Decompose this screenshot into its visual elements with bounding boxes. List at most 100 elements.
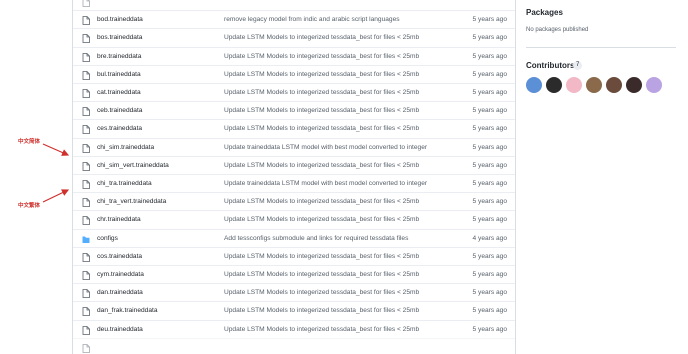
file-row[interactable]: deu.traineddata Update LSTM Models to int… [73, 319, 515, 338]
file-name-link[interactable]: ces.traineddata [97, 120, 142, 137]
contributor-avatar[interactable] [566, 77, 582, 93]
file-name-link[interactable]: bos.traineddata [97, 29, 142, 46]
contributor-avatar[interactable] [526, 77, 542, 93]
file-icon [82, 252, 90, 262]
file-row[interactable]: chi_tra.traineddata Update traineddata LS… [73, 174, 515, 192]
commit-message-link[interactable]: Add tessconfigs submodule and links for … [224, 230, 408, 247]
commit-age: 5 years ago [472, 325, 507, 333]
folder-icon [82, 234, 90, 243]
annotation-label-simplified: 中文简体 [18, 139, 41, 145]
annotation-arrow-simplified [42, 143, 70, 156]
file-row[interactable]: dan.traineddata Update LSTM Models to int… [73, 283, 515, 301]
commit-message-link[interactable]: Update LSTM Models to integerized tessda… [224, 48, 419, 65]
file-row[interactable]: chr.traineddata Update LSTM Models to int… [73, 210, 515, 228]
file-name-link[interactable]: configs [97, 230, 118, 247]
file-icon [82, 161, 90, 171]
file-name-link[interactable]: chr.traineddata [97, 211, 141, 228]
commit-age: 5 years ago [472, 307, 507, 315]
commit-message-link[interactable]: Update LSTM Models to integerized tessda… [224, 193, 419, 210]
commit-message-link[interactable]: Update traineddata LSTM model with best … [224, 139, 427, 156]
file-name-link[interactable]: bre.traineddata [97, 48, 141, 65]
file-row[interactable]: chi_tra_vert.traineddata Update LSTM Mode… [73, 192, 515, 210]
file-name-link[interactable]: dan_frak.traineddata [97, 302, 158, 319]
file-icon [82, 70, 90, 80]
repo-sidebar: Packages No packages published Contribut… [526, 0, 688, 354]
commit-message-link[interactable]: Update LSTM Models to integerized tessda… [224, 102, 419, 119]
file-name-link[interactable]: cat.traineddata [97, 84, 141, 101]
file-name-link[interactable]: ceb.traineddata [97, 102, 142, 119]
commit-message-link[interactable]: Update LSTM Models to integerized tessda… [224, 302, 419, 319]
commit-age: 5 years ago [472, 89, 507, 96]
file-row[interactable]: ceb.traineddata Update LSTM Models to int… [73, 101, 515, 119]
commit-age: 4 years ago [472, 234, 507, 242]
file-icon [82, 325, 90, 335]
commit-age: 5 years ago [472, 34, 507, 42]
commit-age: 5 years ago [472, 125, 507, 133]
commit-age: 5 years ago [472, 271, 507, 278]
file-icon [82, 215, 90, 226]
commit-age: 5 years ago [472, 198, 507, 206]
file-icon [82, 88, 90, 98]
file-name-link[interactable]: dan.traineddata [97, 284, 143, 301]
file-name-link[interactable]: bod.traineddata [97, 11, 143, 28]
file-list: 5 years ago bod.traineddata remove legacy … [72, 0, 516, 354]
commit-message-link[interactable]: Update LSTM Models to integerized tessda… [224, 29, 419, 46]
commit-age: 5 years ago [472, 16, 507, 24]
commit-message-link[interactable]: Update LSTM Models to integerized tessda… [224, 211, 419, 228]
file-row[interactable]: cos.traineddata Update LSTM Models to int… [73, 246, 515, 265]
commit-age: 5 years ago [472, 143, 507, 151]
contributors-heading[interactable]: Contributors [526, 61, 574, 70]
file-name-link[interactable]: chi_sim_vert.traineddata [97, 157, 169, 174]
commit-age: 5 years ago [472, 252, 507, 260]
contributors-count-badge: 7 [573, 61, 583, 70]
commit-message-link[interactable]: Update LSTM Models to integerized tessda… [224, 84, 419, 101]
file-row[interactable]: bod.traineddata remove legacy model from … [73, 10, 515, 28]
file-icon [82, 0, 90, 7]
contributor-avatar[interactable] [626, 77, 642, 93]
commit-message-link[interactable]: Update LSTM Models to integerized tessda… [224, 321, 419, 338]
file-row[interactable]: cat.traineddata Update LSTM Models to int… [73, 83, 515, 101]
file-name-link[interactable]: cym.traineddata [97, 266, 144, 283]
file-name-link[interactable]: chi_tra.traineddata [97, 175, 152, 192]
file-row[interactable]: cym.traineddata Update LSTM Models to int… [73, 265, 515, 283]
file-icon [82, 33, 90, 44]
folder-row[interactable]: configs Add tessconfigs submodule and lin… [73, 228, 515, 247]
contributor-avatar[interactable] [546, 77, 562, 93]
contributor-avatar[interactable] [586, 77, 602, 93]
file-row[interactable]: ces.traineddata Update LSTM Models to int… [73, 119, 515, 137]
contributor-avatar[interactable] [606, 77, 622, 93]
commit-message-link[interactable]: Update LSTM Models to integerized tessda… [224, 66, 419, 83]
commit-message-link[interactable]: Update LSTM Models to integerized tessda… [224, 284, 419, 301]
file-row[interactable]: bre.traineddata Update LSTM Models to int… [73, 46, 515, 65]
packages-heading[interactable]: Packages [526, 8, 563, 17]
commit-age: 5 years ago [472, 107, 507, 115]
file-name-link[interactable]: bul.traineddata [97, 66, 141, 83]
annotation-arrow-traditional [42, 189, 70, 203]
commit-age: 5 years ago [472, 289, 507, 297]
contributor-avatar[interactable] [646, 77, 662, 93]
file-row[interactable]: bul.traineddata Update LSTM Models to int… [73, 64, 515, 83]
file-row[interactable]: bos.traineddata Update LSTM Models to int… [73, 28, 515, 46]
commit-message-link[interactable]: Update LSTM Models to integerized tessda… [224, 266, 419, 283]
file-row[interactable]: chi_sim.traineddata Update traineddata LS… [73, 137, 515, 156]
commit-message-link[interactable]: Update LSTM Models to integerized tessda… [224, 157, 419, 174]
file-row[interactable]: dan_frak.traineddata Update LSTM Models t… [73, 301, 515, 319]
file-icon [82, 288, 90, 299]
commit-message-link[interactable]: Update LSTM Models to integerized tessda… [224, 248, 419, 265]
commit-message-link[interactable]: remove legacy model from indic and arabi… [224, 11, 400, 28]
file-icon [82, 270, 90, 280]
file-name-link[interactable]: cos.traineddata [97, 248, 142, 265]
commit-age: 5 years ago [472, 52, 507, 60]
commit-message-link[interactable]: Update traineddata LSTM model with best … [224, 175, 427, 192]
commit-message-link[interactable]: Update LSTM Models to integerized tessda… [224, 120, 419, 137]
file-row[interactable]: chi_sim_vert.traineddata Update LSTM Mode… [73, 155, 515, 174]
file-icon [82, 106, 90, 117]
file-name-link[interactable]: chi_sim.traineddata [97, 139, 154, 156]
file-row[interactable] [73, 337, 515, 354]
commit-age: 5 years ago [473, 0, 507, 1]
file-name-link[interactable]: deu.traineddata [97, 321, 143, 338]
file-row[interactable]: 5 years ago [73, 0, 515, 10]
file-name-link[interactable]: chi_tra_vert.traineddata [97, 193, 166, 210]
contributor-avatars [526, 77, 662, 93]
file-icon [82, 179, 90, 189]
